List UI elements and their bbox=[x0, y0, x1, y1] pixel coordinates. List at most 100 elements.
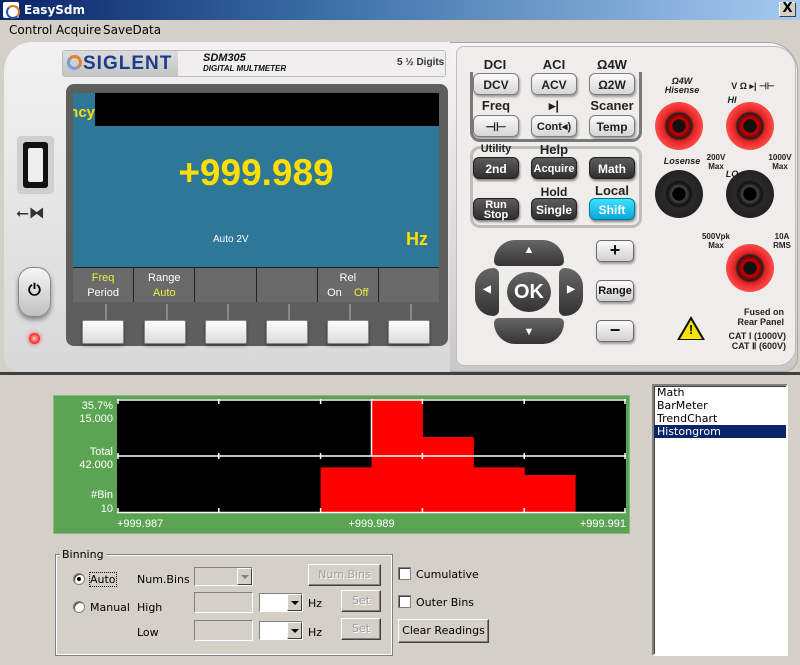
manual-radio-label[interactable]: Manual bbox=[90, 601, 130, 614]
lo-terminal[interactable] bbox=[726, 170, 774, 218]
unit-indicator: Hz bbox=[406, 229, 428, 249]
high-unit-select[interactable] bbox=[259, 593, 303, 612]
label-aci: ACI bbox=[524, 57, 584, 72]
set-high-button[interactable]: Set bbox=[341, 590, 381, 612]
softkey-stem bbox=[349, 304, 351, 320]
total-value: 42.000 bbox=[79, 459, 113, 471]
single-button[interactable]: Single bbox=[531, 198, 577, 220]
hisense-terminal[interactable] bbox=[655, 102, 703, 150]
stop-label: Stop bbox=[483, 209, 509, 221]
label-scaner: Scaner bbox=[590, 98, 634, 113]
nav-up-button[interactable]: ▲ bbox=[494, 240, 564, 266]
softkey-button-4[interactable] bbox=[266, 320, 308, 344]
label-rms: RMS bbox=[773, 241, 791, 250]
menu-savedata[interactable]: SaveData bbox=[103, 23, 161, 37]
capacitance-button[interactable]: ⊣⊢ bbox=[473, 115, 519, 137]
dcv-button[interactable]: DCV bbox=[473, 73, 519, 95]
minus-button[interactable]: − bbox=[596, 320, 634, 342]
run-stop-button[interactable]: Run Stop bbox=[473, 198, 519, 221]
second-button[interactable]: 2nd bbox=[473, 157, 519, 179]
low-input[interactable] bbox=[194, 620, 253, 641]
range-button[interactable]: Range bbox=[596, 280, 634, 302]
shift-button[interactable]: Shift bbox=[589, 198, 635, 220]
softkey-stem bbox=[410, 304, 412, 320]
title-bar: EasySdm bbox=[0, 0, 800, 20]
ohm2w-button[interactable]: Ω2W bbox=[589, 73, 635, 95]
histogram-bar bbox=[320, 467, 372, 513]
softkey-button-5[interactable] bbox=[327, 320, 369, 344]
power-button[interactable]: ⏻ bbox=[18, 267, 51, 317]
histogram-bar bbox=[524, 475, 576, 513]
fused-note: Fused on Rear Panel bbox=[726, 307, 784, 327]
display-mode-label: Frequency bbox=[73, 104, 95, 121]
fused-on-label: Fused on bbox=[744, 307, 784, 317]
softkey-rel-off: Off bbox=[353, 287, 369, 299]
auto-radio-label[interactable]: Auto bbox=[89, 572, 117, 587]
y-label-max-count: 15.000 bbox=[79, 413, 113, 425]
brand-name: SIGLENT bbox=[83, 53, 173, 74]
softkey-label-empty-6 bbox=[379, 268, 439, 302]
high-input[interactable] bbox=[194, 592, 253, 613]
list-item-barmeter[interactable]: BarMeter bbox=[654, 399, 786, 412]
math-button[interactable]: Math bbox=[589, 157, 635, 179]
continuity-button[interactable]: Cont◂) bbox=[531, 115, 577, 137]
view-list[interactable]: Math BarMeter TrendChart Histongrom bbox=[652, 384, 788, 656]
binning-legend: Binning bbox=[60, 548, 106, 561]
acquire-button[interactable]: Acquire bbox=[531, 157, 577, 179]
num-bins-select[interactable] bbox=[194, 567, 253, 586]
warning-exclamation: ! bbox=[688, 322, 694, 337]
label-local: Local bbox=[595, 183, 629, 198]
power-icon: ⏻ bbox=[28, 282, 41, 299]
usb-socket bbox=[23, 142, 48, 188]
nav-left-button[interactable]: ◀ bbox=[475, 268, 499, 316]
nav-down-button[interactable]: ▼ bbox=[494, 318, 564, 344]
usb-icon: ⭠⧓ bbox=[16, 205, 45, 222]
cumulative-checkbox[interactable] bbox=[398, 567, 411, 580]
close-button[interactable]: X bbox=[779, 2, 796, 17]
hi-terminal[interactable] bbox=[726, 102, 774, 150]
digits-label: 5 ½ Digits bbox=[397, 57, 445, 68]
losense-terminal[interactable] bbox=[655, 170, 703, 218]
softkey-stem bbox=[105, 304, 107, 320]
outer-bins-label[interactable]: Outer Bins bbox=[416, 596, 474, 609]
softkey-button-1[interactable] bbox=[82, 320, 124, 344]
y-label-max-pct: 35.7% bbox=[82, 400, 113, 412]
num-bins-button[interactable]: Num.Bins bbox=[308, 564, 381, 586]
bins-label: #Bin bbox=[91, 489, 113, 501]
list-item-trendchart[interactable]: TrendChart bbox=[654, 412, 786, 425]
label-hisense: Hisense bbox=[664, 85, 700, 95]
plus-button[interactable]: + bbox=[596, 240, 634, 262]
ok-button[interactable]: OK bbox=[507, 272, 551, 312]
power-led bbox=[29, 333, 40, 344]
softkey-button-6[interactable] bbox=[388, 320, 430, 344]
outer-bins-checkbox[interactable] bbox=[398, 595, 411, 608]
x-tick-label: +999.989 bbox=[348, 518, 394, 530]
list-item-math[interactable]: Math bbox=[654, 386, 786, 399]
label-v-ohm-diode-cap: V Ω ▸| ⊣⊢ bbox=[731, 81, 775, 91]
list-item-histogram[interactable]: Histongrom bbox=[654, 425, 786, 438]
current-10a-terminal[interactable] bbox=[726, 244, 774, 292]
temp-button[interactable]: Temp bbox=[589, 115, 635, 137]
cumulative-label[interactable]: Cumulative bbox=[416, 568, 479, 581]
window-title: EasySdm bbox=[24, 3, 85, 17]
acv-button[interactable]: ACV bbox=[531, 73, 577, 95]
manual-radio[interactable] bbox=[73, 601, 85, 613]
softkey-button-3[interactable] bbox=[205, 320, 247, 344]
histogram-bar bbox=[422, 437, 474, 513]
softkey-label-rel: Rel On Off bbox=[318, 268, 379, 302]
label-500vpk: 500Vpk bbox=[701, 232, 731, 241]
menu-control[interactable]: Control bbox=[9, 23, 52, 37]
label-hi: HI bbox=[727, 95, 737, 105]
label-dci: DCI bbox=[465, 57, 525, 72]
model-description: DIGITAL MULTMETER bbox=[203, 64, 287, 73]
softkey-button-2[interactable] bbox=[144, 320, 186, 344]
total-label: Total bbox=[90, 446, 113, 458]
softkey-menu: Freq Period Range Auto Rel On Off bbox=[73, 267, 439, 302]
set-low-button[interactable]: Set bbox=[341, 618, 381, 640]
low-unit-select[interactable] bbox=[259, 621, 303, 640]
clear-readings-button[interactable]: Clear Readings bbox=[398, 619, 489, 643]
label-max: Max bbox=[708, 162, 724, 171]
brand-bar: SIGLENT SDM305 DIGITAL MULTMETER 5 ½ Dig… bbox=[62, 50, 446, 77]
auto-radio[interactable] bbox=[73, 573, 85, 585]
menu-acquire[interactable]: Acquire bbox=[56, 23, 101, 37]
